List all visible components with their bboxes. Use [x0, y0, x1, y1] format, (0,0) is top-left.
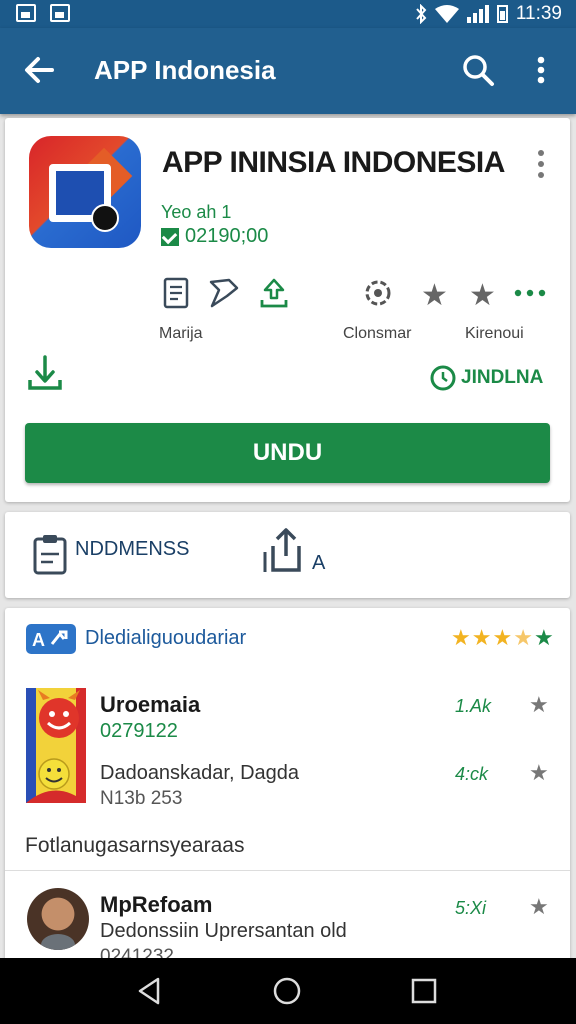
signal-icon	[466, 5, 489, 23]
app-logo	[29, 136, 141, 248]
star-icon: ★	[421, 279, 448, 312]
rating-stars: ★ ★ ★ ★ ★	[451, 625, 554, 651]
more-vert-icon[interactable]	[526, 52, 556, 88]
share-icon[interactable]	[261, 526, 311, 576]
page-title: APP Indonesia	[94, 55, 276, 85]
install-button[interactable]: UNDU	[25, 423, 550, 483]
list-item-stat: 1.Ak	[455, 696, 492, 716]
section-title: Fotlanugasarnsyearaas	[25, 834, 245, 857]
star-icon[interactable]: ★	[529, 760, 549, 786]
list-item-stat: 4:ck	[455, 764, 489, 784]
nav-back-icon[interactable]	[134, 975, 166, 1007]
star-icon[interactable]: ★	[529, 692, 549, 718]
app-developer[interactable]: Yeo ah 1	[161, 202, 231, 223]
nav-home-icon[interactable]	[271, 975, 303, 1007]
app-thumbnail	[26, 688, 86, 803]
status-bar: 11:39	[0, 0, 576, 28]
list-item-meta: N13b 253	[100, 788, 183, 809]
clock-icon	[430, 365, 456, 391]
meta-label-1: Marija	[159, 325, 203, 342]
divider	[5, 870, 570, 871]
document-icon[interactable]	[159, 276, 193, 310]
clipboard-icon[interactable]	[31, 532, 69, 576]
app-detail-card: APP ININSIA INDONESIA Yeo ah 1 02190;00 …	[5, 118, 570, 502]
badge-icon[interactable]	[361, 276, 395, 310]
link-label-1[interactable]: NDDMENSS	[75, 538, 189, 561]
app-bar: APP Indonesia	[0, 28, 576, 114]
pin-icon[interactable]	[207, 276, 241, 310]
section-header-icon: A	[26, 624, 76, 654]
meta-label-3: Kirenoui	[465, 325, 524, 342]
star-icon: ★	[513, 625, 533, 650]
app-more-vert-icon[interactable]	[533, 148, 549, 180]
search-icon[interactable]	[460, 52, 496, 88]
person-text: Dedonssiin Uprersantan old	[100, 920, 347, 942]
list-item-text: Dadoanskadar, Dagda	[100, 762, 300, 784]
star-icon[interactable]: ★	[529, 894, 549, 920]
navigation-bar	[0, 958, 576, 1024]
app-id-text: 02190;00	[185, 225, 269, 247]
star-icon: ★	[451, 625, 471, 650]
list-item-sub: 0279122	[100, 720, 178, 742]
nav-recents-icon[interactable]	[408, 975, 440, 1007]
photo-notification-icon	[50, 4, 70, 22]
meta-label-2: Clonsmar	[343, 325, 412, 342]
star-icon: ★	[492, 625, 513, 650]
avatar[interactable]	[27, 888, 89, 950]
download-status: JINDLNA	[429, 364, 543, 392]
verified-icon	[161, 227, 179, 246]
app-id: 02190;00	[161, 225, 268, 248]
svg-text:A: A	[32, 630, 45, 650]
app-name: APP ININSIA INDONESIA	[162, 146, 505, 179]
bluetooth-icon	[416, 4, 427, 24]
star-icon: ★	[471, 625, 492, 650]
status-time: 11:39	[515, 3, 562, 24]
download-arrow-icon[interactable]	[25, 354, 65, 394]
person-name[interactable]: MpRefoam	[100, 892, 212, 918]
list-item-name[interactable]: Uroemaia	[100, 692, 200, 718]
person-stat: 5:Xi	[455, 898, 487, 918]
star-icon: ★	[533, 625, 554, 650]
link-label-2[interactable]: A	[312, 552, 325, 575]
battery-icon	[496, 5, 508, 23]
download-icon[interactable]	[257, 276, 291, 310]
image-notification-icon	[16, 4, 36, 22]
star-icon: ★	[469, 279, 496, 312]
section-header[interactable]: Dledialiguoudariar	[85, 627, 246, 650]
list-card: A Dledialiguoudariar ★ ★ ★ ★ ★ Uroemaia …	[5, 608, 570, 968]
back-arrow-icon[interactable]	[22, 52, 58, 88]
download-status-text: JINDLNA	[461, 367, 544, 388]
more-horiz-icon[interactable]	[513, 276, 547, 310]
links-card: NDDMENSS A	[5, 512, 570, 598]
wifi-icon	[434, 5, 459, 23]
